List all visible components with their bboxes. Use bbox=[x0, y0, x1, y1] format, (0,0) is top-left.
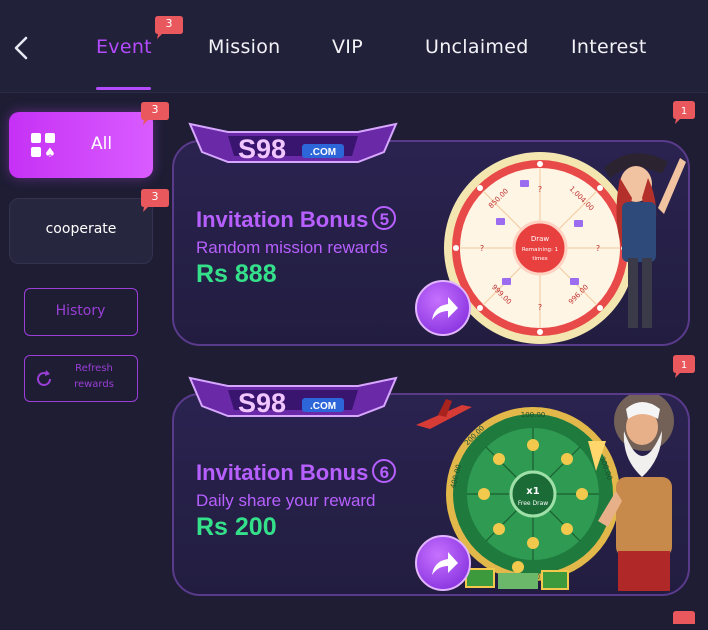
sidebar-item-cooperate-label: cooperate bbox=[45, 221, 117, 237]
logo-text: S98 bbox=[238, 388, 286, 418]
sidebar-cooperate-badge-count: 3 bbox=[151, 190, 159, 203]
refresh-icon bbox=[37, 370, 51, 386]
wheel-segment-label: ? bbox=[538, 303, 542, 312]
wheel-center-times: times bbox=[532, 256, 547, 262]
chevron-left-icon bbox=[14, 36, 28, 60]
next-card-corner-badge bbox=[673, 611, 695, 624]
card-title: Invitation Bonus 5 bbox=[196, 206, 397, 233]
wheel-center-multiplier: x1 bbox=[526, 486, 539, 497]
share-button[interactable] bbox=[415, 280, 471, 336]
card-title-text: Invitation Bonus bbox=[196, 207, 369, 232]
wheel-center-free-draw: Free Draw bbox=[518, 500, 548, 507]
tab-vip[interactable]: VIP bbox=[332, 36, 363, 58]
sidebar-item-all-label: All bbox=[91, 134, 113, 154]
logo-text: S98 bbox=[238, 134, 286, 164]
logo-domain: .COM bbox=[310, 401, 336, 412]
history-button-label: History bbox=[55, 303, 106, 319]
refresh-rewards-label-line2: rewards bbox=[74, 379, 114, 390]
sidebar-item-cooperate[interactable]: cooperate bbox=[9, 198, 153, 264]
share-arrow-icon bbox=[432, 552, 458, 575]
tab-event-underline bbox=[96, 87, 151, 90]
card-number: 6 bbox=[372, 459, 397, 483]
card-5-corner-badge: 1 bbox=[673, 101, 695, 124]
card-6-corner-badge: 1 bbox=[673, 355, 695, 378]
card-title-text: Invitation Bonus bbox=[196, 460, 369, 485]
wheel-segment-label: ? bbox=[480, 244, 484, 253]
tab-event-badge-count: 3 bbox=[165, 17, 173, 30]
card-number: 5 bbox=[372, 206, 397, 230]
s98-logo: S98 .COM bbox=[188, 122, 398, 164]
wheel-segment-label: 100.00 bbox=[521, 411, 546, 419]
s98-logo: S98 .COM bbox=[188, 376, 398, 418]
logo-domain: .COM bbox=[310, 147, 336, 158]
tab-unclaimed[interactable]: Unclaimed bbox=[425, 36, 529, 58]
zeus-character-image bbox=[588, 395, 674, 591]
tab-mission[interactable]: Mission bbox=[208, 36, 281, 58]
sidebar-cooperate-badge: 3 bbox=[140, 187, 170, 213]
svg-text:♠: ♠ bbox=[44, 146, 56, 158]
card-subtitle: Daily share your reward bbox=[196, 491, 376, 510]
card-title: Invitation Bonus 6 bbox=[196, 459, 397, 486]
wheel-center-label: Draw bbox=[531, 235, 550, 243]
share-button[interactable] bbox=[415, 535, 471, 591]
card-amount: Rs 200 bbox=[196, 513, 277, 541]
invitation-bonus-card-5[interactable]: Invitation Bonus 5 Random mission rewards… bbox=[172, 140, 690, 346]
refresh-rewards-label-line1: Refresh bbox=[75, 363, 113, 374]
sidebar-all-badge-count: 3 bbox=[151, 103, 159, 116]
money-pile-image bbox=[465, 561, 569, 590]
wheel-center-remaining: Remaining: 1 bbox=[522, 247, 558, 253]
tab-event[interactable]: Event bbox=[96, 36, 152, 58]
card-5-corner-badge-count: 1 bbox=[681, 106, 687, 117]
refresh-rewards-button[interactable]: Refresh rewards bbox=[24, 355, 138, 402]
tab-event-badge: 3 bbox=[154, 14, 184, 40]
back-button[interactable] bbox=[8, 32, 36, 64]
card-subtitle: Random mission rewards bbox=[196, 238, 388, 257]
wheel-segment-label: ? bbox=[538, 185, 542, 194]
card-amount: Rs 888 bbox=[196, 260, 277, 288]
card-6-corner-badge-count: 1 bbox=[681, 360, 687, 371]
pirate-character-image bbox=[604, 153, 686, 328]
tab-interest[interactable]: Interest bbox=[571, 36, 647, 58]
history-button[interactable]: History bbox=[24, 288, 138, 336]
sidebar-all-badge: 3 bbox=[140, 100, 170, 126]
category-grid-icon: ♠ bbox=[31, 133, 56, 158]
top-nav-bar: Event 3 Mission VIP Unclaimed Interest bbox=[0, 0, 708, 93]
share-arrow-icon bbox=[432, 297, 458, 320]
sidebar-item-all[interactable]: ♠ All bbox=[9, 112, 153, 178]
